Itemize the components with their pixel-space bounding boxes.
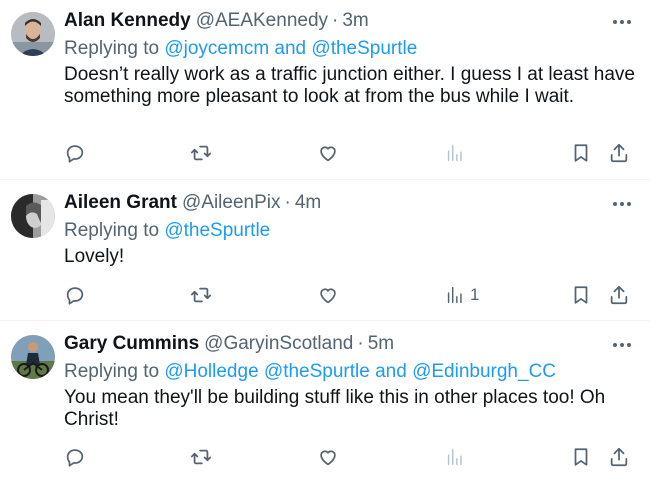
views-button[interactable]: 1 <box>444 283 479 307</box>
retweet-icon <box>190 287 212 303</box>
heart-icon <box>320 146 336 162</box>
action-bar: 1 <box>64 283 630 307</box>
tweet[interactable]: Gary Cummins @GaryinScotland · 5m Replyi… <box>0 321 650 489</box>
avatar[interactable] <box>11 194 55 238</box>
like-button[interactable] <box>317 445 339 469</box>
retweet-button[interactable] <box>190 283 212 307</box>
bookmark-button[interactable] <box>570 141 592 165</box>
reply-icon <box>66 145 84 163</box>
heart-icon <box>320 288 336 304</box>
separator-dot: · <box>284 192 291 213</box>
like-button[interactable] <box>317 141 339 165</box>
author-name[interactable]: Gary Cummins <box>64 331 199 357</box>
views-count: 1 <box>470 285 480 304</box>
bookmark-icon <box>574 144 588 162</box>
replying-label: Replying to <box>64 361 160 382</box>
share-button[interactable] <box>608 445 630 469</box>
action-bar <box>64 141 630 165</box>
mention-link[interactable]: @theSpurtle <box>164 220 270 241</box>
views-button[interactable] <box>444 141 470 165</box>
reply-icon <box>66 449 84 467</box>
analytics-icon <box>447 286 462 304</box>
share-button[interactable] <box>608 141 630 165</box>
tweet[interactable]: Aileen Grant @AileenPix · 4m Replying to… <box>0 180 650 321</box>
mention-joiner: and <box>274 38 307 59</box>
action-bar <box>64 445 630 469</box>
author-handle[interactable]: @AileenPix <box>182 190 281 216</box>
bookmark-button[interactable] <box>570 283 592 307</box>
tweet-feed: Alan Kennedy @AEAKennedy · 3m Replying t… <box>0 0 650 489</box>
share-button[interactable] <box>608 283 630 307</box>
separator-dot: · <box>332 10 339 31</box>
share-icon <box>610 285 628 305</box>
reply-button[interactable] <box>64 141 86 165</box>
timestamp[interactable]: 3m <box>342 8 368 34</box>
tweet-text: You mean they'll be building stuff like … <box>64 387 606 430</box>
heart-icon <box>320 450 336 466</box>
analytics-icon <box>447 448 462 466</box>
mention-link[interactable]: @theSpurtle <box>311 38 417 59</box>
tweet[interactable]: Alan Kennedy @AEAKennedy · 3m Replying t… <box>0 0 650 180</box>
author-handle[interactable]: @GaryinScotland <box>204 331 353 357</box>
timestamp[interactable]: 4m <box>295 190 321 216</box>
more-options-icon[interactable] <box>608 12 636 32</box>
timestamp[interactable]: 5m <box>368 331 394 357</box>
separator-dot: · <box>357 333 364 354</box>
author-name[interactable]: Aileen Grant <box>64 190 177 216</box>
author-handle[interactable]: @AEAKennedy <box>196 8 328 34</box>
share-icon <box>610 447 628 467</box>
bookmark-icon <box>574 286 588 304</box>
retweet-button[interactable] <box>190 445 212 469</box>
replying-label: Replying to <box>64 220 160 241</box>
bookmark-icon <box>574 448 588 466</box>
bookmark-button[interactable] <box>570 445 592 469</box>
tweet-text: Doesn’t really work as a traffic junctio… <box>64 64 635 107</box>
share-icon <box>610 143 628 163</box>
reply-icon <box>66 287 84 305</box>
tweet-text: Lovely! <box>64 246 125 267</box>
mention-joiner: and <box>375 361 407 382</box>
replying-to: Replying to @theSpurtle <box>64 218 636 244</box>
mention-link[interactable]: @theSpurtle <box>264 361 370 382</box>
replying-to: Replying to @joycemcm and @theSpurtle <box>64 36 636 62</box>
reply-button[interactable] <box>64 283 86 307</box>
like-button[interactable] <box>317 283 339 307</box>
mention-link[interactable]: @joycemcm <box>164 38 269 59</box>
retweet-button[interactable] <box>190 141 212 165</box>
retweet-icon <box>190 449 212 465</box>
replying-to: Replying to @Holledge @theSpurtle and @E… <box>64 359 636 385</box>
author-name[interactable]: Alan Kennedy <box>64 8 191 34</box>
mention-link[interactable]: @Edinburgh_CC <box>412 361 556 382</box>
analytics-icon <box>447 144 462 162</box>
mention-link[interactable]: @Holledge <box>164 361 258 382</box>
more-options-icon[interactable] <box>608 194 636 214</box>
avatar[interactable] <box>11 335 55 379</box>
views-button[interactable] <box>444 445 470 469</box>
reply-button[interactable] <box>64 445 86 469</box>
avatar[interactable] <box>11 12 55 56</box>
more-options-icon[interactable] <box>608 335 636 355</box>
retweet-icon <box>190 145 212 161</box>
replying-label: Replying to <box>64 38 160 59</box>
